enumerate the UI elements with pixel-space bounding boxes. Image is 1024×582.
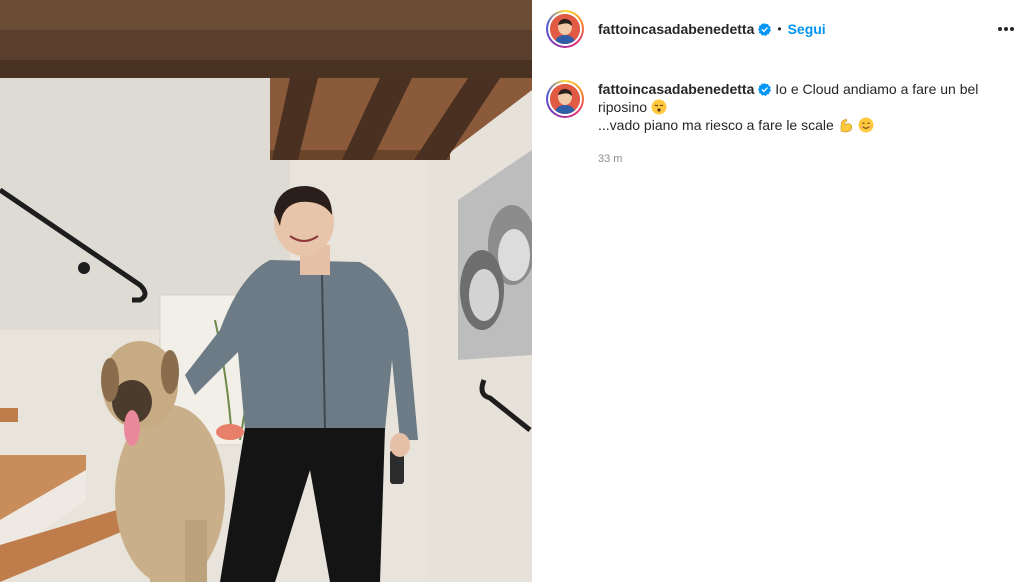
- separator-dot: •: [777, 22, 782, 36]
- caption: fattoincasadabenedetta Io e Cloud andiam…: [546, 80, 1006, 134]
- header-username[interactable]: fattoincasadabenedetta: [598, 21, 754, 37]
- post-header: fattoincasadabenedetta • Segui: [532, 0, 1024, 58]
- more-options-icon[interactable]: [996, 20, 1016, 38]
- sleepy-face-emoji: [651, 99, 667, 115]
- post-photo[interactable]: [0, 0, 532, 582]
- caption-line-2: ...vado piano ma riesco a fare le scale: [598, 117, 834, 133]
- caption-username[interactable]: fattoincasadabenedetta: [598, 81, 754, 97]
- verified-badge-icon: [758, 22, 772, 36]
- verified-badge-icon: [758, 83, 772, 96]
- flexed-biceps-emoji: [840, 118, 852, 133]
- post-sidebar: fattoincasadabenedetta • Segui fattoinca…: [532, 0, 1024, 582]
- caption-text: fattoincasadabenedetta Io e Cloud andiam…: [598, 80, 998, 134]
- smiling-face-emoji: [858, 117, 874, 133]
- post-timestamp[interactable]: 33 m: [598, 153, 622, 165]
- caption-avatar[interactable]: [546, 80, 584, 118]
- avatar[interactable]: [546, 10, 584, 48]
- follow-button[interactable]: Segui: [788, 21, 826, 37]
